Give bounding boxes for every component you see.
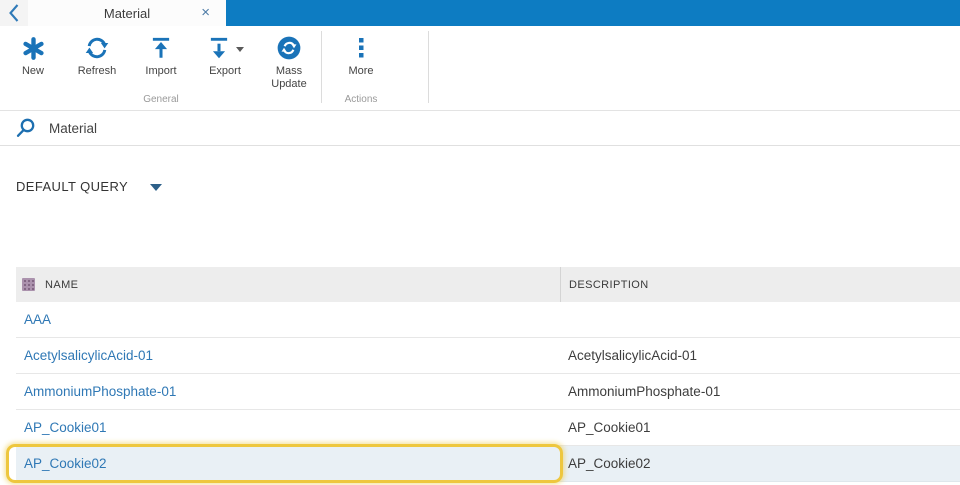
search-input[interactable] <box>49 120 469 136</box>
mass-update-icon <box>276 34 302 62</box>
more-icon <box>349 34 373 62</box>
column-header-name[interactable]: NAME <box>16 267 560 302</box>
tab-material[interactable]: Material × <box>28 0 226 26</box>
material-name-link[interactable]: AP_Cookie01 <box>16 420 560 435</box>
search-icon <box>14 117 36 139</box>
material-description: AP_Cookie02 <box>568 456 651 471</box>
tab-close-icon[interactable]: × <box>201 1 210 25</box>
new-asterisk-icon <box>21 34 46 62</box>
export-icon <box>206 35 232 61</box>
export-button[interactable]: Export <box>193 26 257 94</box>
material-name-link[interactable]: AAA <box>16 312 560 327</box>
import-icon <box>148 34 174 62</box>
tab-bar-fill <box>226 0 960 26</box>
export-dropdown-caret-icon[interactable] <box>236 46 244 52</box>
material-description: AcetylsalicylicAcid-01 <box>568 348 698 363</box>
query-dropdown-caret-icon[interactable] <box>150 183 163 191</box>
chevron-left-icon <box>6 3 22 23</box>
material-name-link[interactable]: AcetylsalicylicAcid-01 <box>16 348 560 363</box>
table-row[interactable]: AAA <box>16 302 960 338</box>
search-bar <box>0 111 960 146</box>
table-row[interactable]: AcetylsalicylicAcid-01 AcetylsalicylicAc… <box>16 338 960 374</box>
table-row[interactable]: AmmoniumPhosphate-01 AmmoniumPhosphate-0… <box>16 374 960 410</box>
table-row[interactable]: AP_Cookie01 AP_Cookie01 <box>16 410 960 446</box>
refresh-button[interactable]: Refresh <box>65 26 129 94</box>
refresh-icon <box>84 34 110 62</box>
material-description: AP_Cookie01 <box>568 420 651 435</box>
column-header-description[interactable]: DESCRIPTION <box>560 267 960 302</box>
query-selector[interactable]: DEFAULT QUERY <box>16 176 960 196</box>
toolbar-group-general: New Refresh Import Export Mass Update Ge… <box>1 26 321 110</box>
new-button[interactable]: New <box>1 26 65 94</box>
back-button[interactable] <box>0 0 28 26</box>
toolbar: New Refresh Import Export Mass Update Ge… <box>0 26 960 111</box>
material-name-link[interactable]: AP_Cookie02 <box>16 456 560 471</box>
material-name-link[interactable]: AmmoniumPhosphate-01 <box>16 384 560 399</box>
query-label: DEFAULT QUERY <box>16 178 129 194</box>
column-select-icon[interactable] <box>22 278 35 291</box>
mass-update-button[interactable]: Mass Update <box>257 26 321 94</box>
grid-header: NAME DESCRIPTION <box>16 267 960 302</box>
toolbar-group-actions: More Actions <box>322 26 400 110</box>
tab-bar: Material × <box>0 0 960 26</box>
material-grid: NAME DESCRIPTION AAA AcetylsalicylicAcid… <box>6 267 960 483</box>
toolbar-group-label-actions: Actions <box>344 94 378 105</box>
tab-title: Material <box>103 5 151 21</box>
material-description: AmmoniumPhosphate-01 <box>568 384 721 399</box>
toolbar-separator <box>428 31 429 103</box>
toolbar-group-label-general: General <box>143 94 179 105</box>
more-button[interactable]: More <box>322 26 400 94</box>
import-button[interactable]: Import <box>129 26 193 94</box>
table-row-highlighted[interactable]: AP_Cookie02 AP_Cookie02 <box>6 444 960 483</box>
